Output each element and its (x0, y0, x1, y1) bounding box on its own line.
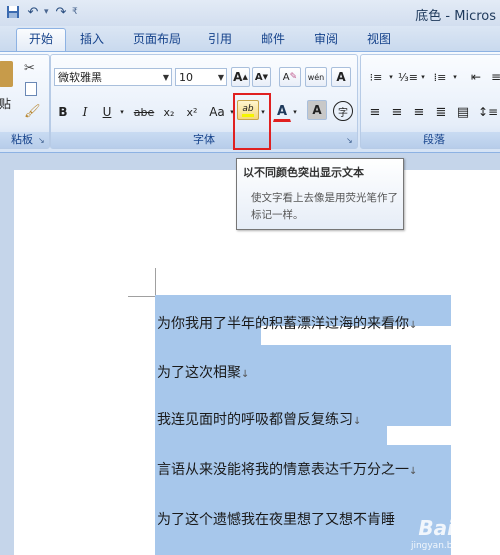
cut-icon[interactable]: ✂ (24, 61, 35, 76)
format-painter-icon[interactable]: 🖌 (24, 104, 41, 119)
quick-access-toolbar: ↶ ▾ ↷ ₹ (4, 3, 78, 21)
paragraph-group: ⁝≡ ▾ ⅓≡ ▾ ⁞≡ ▾ ⇤ ≡ ≡ ≡ ≡ ≣ ▤ ↕≡ 段落 (360, 54, 500, 149)
numbering-icon[interactable]: ⅓≡ (397, 67, 419, 87)
highlight-tooltip: 以不同颜色突出显示文本 使文字看上去像是用荧光笔作了标记一样。 (236, 158, 404, 230)
character-border-button[interactable]: A (331, 67, 351, 87)
strikethrough-button[interactable]: abe (131, 102, 157, 122)
shrink-font-button[interactable]: A ▼ (252, 67, 271, 87)
bullets-dropdown-icon[interactable]: ▾ (387, 67, 395, 87)
tooltip-body: 使文字看上去像是用荧光笔作了标记一样。 (251, 192, 398, 221)
align-left-icon[interactable]: ≡ (365, 102, 385, 122)
document-line[interactable]: 言语从来没能将我的情意表达千万分之一↓ (157, 459, 417, 479)
font-name-value: 微软雅黑 (58, 71, 102, 84)
multilevel-list-icon[interactable]: ⁞≡ (429, 67, 451, 87)
clipboard-group: 贴 ✂ 🖌 粘板 ↘ (0, 54, 50, 149)
distributed-icon[interactable]: ▤ (453, 102, 473, 122)
enclose-characters-button[interactable]: 字 (333, 101, 353, 121)
undo-icon[interactable]: ↶ (24, 3, 42, 21)
tab-home[interactable]: 开始 (16, 28, 66, 51)
document-line[interactable]: 为了这个遗憾我在夜里想了又想不肯睡 (157, 509, 395, 529)
font-size-value: 10 (179, 71, 193, 84)
line-spacing-icon[interactable]: ↕≡ (477, 102, 499, 122)
undo-dropdown-icon[interactable]: ▾ (44, 7, 50, 17)
subscript-button[interactable]: x₂ (159, 102, 179, 122)
redo-icon[interactable]: ↷ (52, 3, 70, 21)
title-bar: ↶ ▾ ↷ ₹ 底色 - Micros (0, 0, 500, 26)
font-group: 微软雅黑 ▼ 10 ▼ A ▲ A ▼ A ✎ wén A B I U ▾ abe x… (50, 54, 358, 149)
underline-button[interactable]: U (98, 102, 116, 122)
tooltip-title: 以不同颜色突出显示文本 (243, 166, 364, 179)
numbering-dropdown-icon[interactable]: ▾ (419, 67, 427, 87)
ribbon-tab-bar: 开始 插入 页面布局 引用 邮件 审阅 视图 (0, 26, 500, 52)
tab-page-layout[interactable]: 页面布局 (133, 30, 181, 47)
tab-references[interactable]: 引用 (208, 30, 232, 47)
copy-icon[interactable] (25, 82, 37, 96)
font-color-button[interactable]: A (273, 102, 291, 122)
font-color-dropdown-icon[interactable]: ▾ (291, 102, 299, 122)
document-line[interactable]: 我连见面时的呼吸都曾反复练习↓ (157, 409, 361, 429)
superscript-button[interactable]: x² (182, 102, 202, 122)
font-launcher-icon[interactable]: ↘ (346, 137, 354, 145)
watermark-brand: Bai经验 (418, 516, 494, 540)
phonetic-guide-button[interactable]: wén (305, 67, 327, 87)
watermark: Bai经验 jingyan.baidu.com (411, 512, 494, 551)
character-shading-button[interactable]: A (307, 100, 327, 120)
underline-dropdown-icon[interactable]: ▾ (117, 102, 127, 122)
align-right-icon[interactable]: ≡ (409, 102, 429, 122)
tab-mailings[interactable]: 邮件 (261, 30, 285, 47)
grow-font-button[interactable]: A ▲ (231, 67, 250, 87)
italic-button[interactable]: I (76, 102, 94, 122)
chevron-down-icon[interactable]: ▼ (218, 69, 224, 87)
clear-format-button[interactable]: A ✎ (279, 67, 301, 87)
decrease-indent-icon[interactable]: ⇤ (465, 67, 487, 87)
align-center-icon[interactable]: ≡ (387, 102, 407, 122)
paragraph-group-label: 段落 (361, 132, 500, 148)
font-size-combo[interactable]: 10 ▼ (175, 68, 227, 86)
justify-icon[interactable]: ≣ (431, 102, 451, 122)
document-line[interactable]: 为了这次相聚↓ (157, 362, 249, 382)
change-case-button[interactable]: Aa (205, 102, 229, 122)
save-icon[interactable] (4, 3, 22, 21)
watermark-url: jingyan.baidu.com (410, 541, 494, 551)
bold-button[interactable]: B (54, 102, 72, 122)
annotation-highlight-box (233, 93, 271, 150)
selection-highlight (155, 526, 451, 555)
font-name-combo[interactable]: 微软雅黑 ▼ (54, 68, 172, 86)
paste-label[interactable]: 贴 (0, 95, 11, 112)
tab-review[interactable]: 审阅 (314, 30, 338, 47)
margin-corner-mark (155, 268, 156, 298)
multilevel-dropdown-icon[interactable]: ▾ (451, 67, 459, 87)
bullets-icon[interactable]: ⁝≡ (365, 67, 387, 87)
font-group-label: 字体 (51, 132, 357, 148)
clipboard-launcher-icon[interactable]: ↘ (38, 137, 46, 145)
increase-indent-icon[interactable]: ≡ (487, 67, 500, 87)
document-title: 底色 - Micros (415, 9, 496, 24)
margin-corner-mark (128, 296, 156, 297)
customize-icon[interactable]: ₹ (72, 7, 78, 17)
tab-insert[interactable]: 插入 (80, 30, 104, 47)
chevron-down-icon[interactable]: ▼ (163, 69, 169, 87)
paste-icon[interactable] (0, 61, 13, 87)
document-line[interactable]: 为你我用了半年的积蓄漂洋过海的来看你↓ (157, 313, 417, 333)
tab-view[interactable]: 视图 (367, 30, 391, 47)
